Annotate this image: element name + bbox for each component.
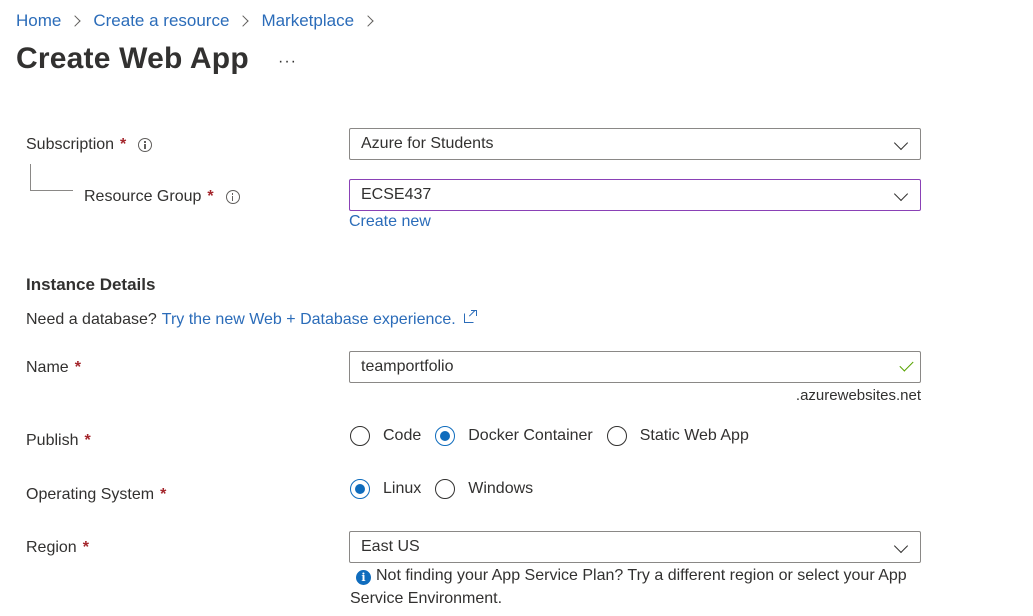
radio-label: Docker Container <box>468 427 593 444</box>
external-link-icon[interactable] <box>463 310 477 323</box>
chevron-down-icon <box>893 538 909 554</box>
publish-label-row: Publish * <box>26 430 91 452</box>
breadcrumb: Home Create a resource Marketplace <box>16 9 386 33</box>
publish-option-static[interactable]: Static Web App <box>606 426 749 446</box>
chevron-down-icon <box>893 186 909 202</box>
radio-label: Windows <box>468 480 534 497</box>
chevron-right-icon <box>237 15 250 27</box>
check-icon <box>899 357 914 372</box>
radio-button[interactable] <box>435 479 456 499</box>
subscription-dropdown[interactable]: Azure for Students <box>349 128 921 160</box>
os-option-windows[interactable]: Windows <box>435 479 533 499</box>
region-note-text: Not finding your App Service Plan? Try a… <box>350 567 907 607</box>
database-prompt: Need a database? Try the new Web + Datab… <box>26 310 477 329</box>
radio-label: Linux <box>383 480 422 497</box>
os-label: Operating System <box>26 486 155 503</box>
subscription-label-row: Subscription * <box>26 134 153 156</box>
web-database-link[interactable]: Try the new Web + Database experience. <box>162 311 456 329</box>
region-note: i Not finding your App Service Plan? Try … <box>350 564 930 610</box>
region-value: East US <box>361 538 420 555</box>
page-title: Create Web App <box>16 42 249 75</box>
subscription-value: Azure for Students <box>361 135 494 152</box>
os-option-linux[interactable]: Linux <box>350 479 421 499</box>
subscription-label: Subscription <box>26 136 115 153</box>
publish-option-code[interactable]: Code <box>350 426 421 446</box>
region-label: Region <box>26 539 77 556</box>
radio-button-checked[interactable] <box>435 426 456 446</box>
required-marker: * <box>160 486 167 503</box>
required-marker: * <box>207 188 214 205</box>
chevron-right-icon <box>69 15 82 27</box>
tree-connector <box>30 164 73 191</box>
breadcrumb-marketplace[interactable]: Marketplace <box>261 11 354 31</box>
publish-label: Publish <box>26 432 79 449</box>
name-input[interactable]: teamportfolio <box>349 351 921 383</box>
breadcrumb-home[interactable]: Home <box>16 11 61 31</box>
required-marker: * <box>120 136 127 153</box>
resource-group-value: ECSE437 <box>361 186 432 203</box>
os-label-row: Operating System * <box>26 484 166 506</box>
more-options-button[interactable]: ··· <box>278 52 297 72</box>
radio-label: Static Web App <box>639 427 749 444</box>
region-label-row: Region * <box>26 537 89 559</box>
instance-details-header: Instance Details <box>26 275 156 294</box>
name-label-row: Name * <box>26 357 81 379</box>
info-icon[interactable] <box>225 190 240 204</box>
database-prompt-text: Need a database? <box>26 311 157 328</box>
required-marker: * <box>82 539 89 556</box>
region-dropdown[interactable]: East US <box>349 531 921 563</box>
os-radio-group: Linux Windows <box>350 479 547 499</box>
name-value: teamportfolio <box>361 358 454 375</box>
resource-group-label-row: Resource Group * <box>84 186 240 208</box>
info-filled-icon: i <box>356 570 371 585</box>
chevron-right-icon <box>362 15 374 27</box>
required-marker: * <box>84 432 91 449</box>
chevron-down-icon <box>893 135 909 151</box>
resource-group-label: Resource Group <box>84 188 202 205</box>
domain-suffix: .azurewebsites.net <box>795 387 921 404</box>
required-marker: * <box>74 359 81 376</box>
radio-button-checked[interactable] <box>350 479 370 499</box>
info-icon[interactable] <box>138 138 153 152</box>
name-label: Name <box>26 359 69 376</box>
create-new-link[interactable]: Create new <box>349 213 431 231</box>
publish-radio-group: Code Docker Container Static Web App <box>350 426 763 446</box>
radio-label: Code <box>383 427 422 444</box>
radio-button[interactable] <box>350 426 370 446</box>
resource-group-dropdown[interactable]: ECSE437 <box>349 179 921 211</box>
breadcrumb-create-resource[interactable]: Create a resource <box>93 11 229 31</box>
radio-button[interactable] <box>606 426 627 446</box>
publish-option-docker[interactable]: Docker Container <box>435 426 593 446</box>
